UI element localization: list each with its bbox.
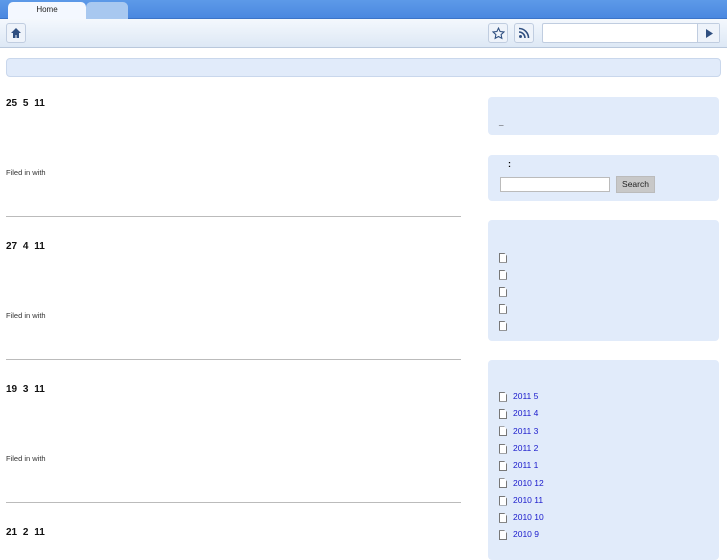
rss-icon (518, 27, 530, 39)
archive-link[interactable]: 2010 11 (499, 494, 543, 506)
document-icon (499, 252, 507, 263)
document-icon (499, 426, 507, 437)
archive-label[interactable]: 2010 9 (513, 529, 539, 539)
tab-new[interactable] (86, 2, 128, 19)
archive-label[interactable]: 2011 5 (513, 391, 538, 401)
home-button[interactable] (6, 23, 26, 43)
archive-link[interactable]: 2010 9 (499, 528, 539, 541)
archive-link[interactable]: 2011 4 (499, 407, 538, 420)
archives-widget: 2011 5 2011 4 2011 3 2011 2 2011 1 2010 12 201… (488, 360, 719, 560)
document-icon (499, 320, 507, 331)
divider (6, 359, 461, 360)
bookmark-button[interactable] (488, 23, 508, 43)
play-icon (705, 28, 713, 38)
document-icon (499, 460, 507, 471)
sidebar-text: _ (499, 117, 504, 126)
divider (6, 216, 461, 217)
nav-bar (6, 58, 721, 77)
document-icon (499, 530, 507, 541)
post-filed: Filed in with (6, 454, 46, 463)
archive-link[interactable]: 2011 3 (499, 425, 538, 437)
archive-link[interactable]: 2011 1 (499, 459, 538, 471)
post-title[interactable]: 25 5 11 (6, 98, 45, 109)
document-icon (499, 286, 507, 297)
archive-label[interactable]: 2011 4 (513, 408, 538, 418)
archive-label[interactable]: 2011 2 (513, 443, 538, 453)
archive-label[interactable]: 2011 3 (513, 426, 538, 436)
tab-bar: Home (0, 0, 727, 19)
archive-link[interactable]: 2011 2 (499, 442, 538, 454)
sidebar-box: _ (488, 97, 719, 135)
rss-button[interactable] (514, 23, 534, 43)
post-title[interactable]: 21 2 11 (6, 527, 45, 538)
go-button[interactable] (697, 24, 719, 42)
home-icon (11, 28, 21, 38)
divider (6, 502, 461, 503)
post-filed: Filed in with (6, 168, 46, 177)
document-icon (499, 495, 507, 506)
document-icon (499, 409, 507, 420)
post-filed: Filed in with (6, 311, 46, 320)
address-input[interactable] (542, 23, 720, 43)
list-item[interactable] (499, 302, 513, 314)
archive-label[interactable]: 2010 12 (513, 478, 544, 488)
toolbar (0, 19, 727, 48)
pages-widget (488, 220, 719, 341)
document-icon (499, 303, 507, 314)
archive-link[interactable]: 2011 5 (499, 390, 538, 402)
search-input[interactable] (500, 177, 610, 192)
archive-label[interactable]: 2011 1 (513, 460, 538, 470)
document-icon (499, 512, 507, 523)
list-item[interactable] (499, 319, 513, 331)
post-title[interactable]: 27 4 11 (6, 241, 45, 252)
tab-home[interactable]: Home (8, 2, 86, 19)
document-icon (499, 269, 507, 280)
archive-label[interactable]: 2010 10 (513, 512, 544, 522)
list-item[interactable] (499, 268, 513, 280)
star-icon (491, 26, 505, 39)
post-title[interactable]: 19 3 11 (6, 384, 45, 395)
document-icon (499, 443, 507, 454)
archive-label[interactable]: 2010 11 (513, 495, 543, 505)
archive-link[interactable]: 2010 10 (499, 511, 544, 523)
document-icon (499, 478, 507, 489)
list-item[interactable] (499, 285, 513, 297)
archive-link[interactable]: 2010 12 (499, 477, 544, 489)
search-widget: : Search (488, 155, 719, 201)
search-label: : (508, 159, 511, 169)
search-button[interactable]: Search (616, 176, 655, 193)
list-item[interactable] (499, 251, 513, 263)
document-icon (499, 391, 507, 402)
